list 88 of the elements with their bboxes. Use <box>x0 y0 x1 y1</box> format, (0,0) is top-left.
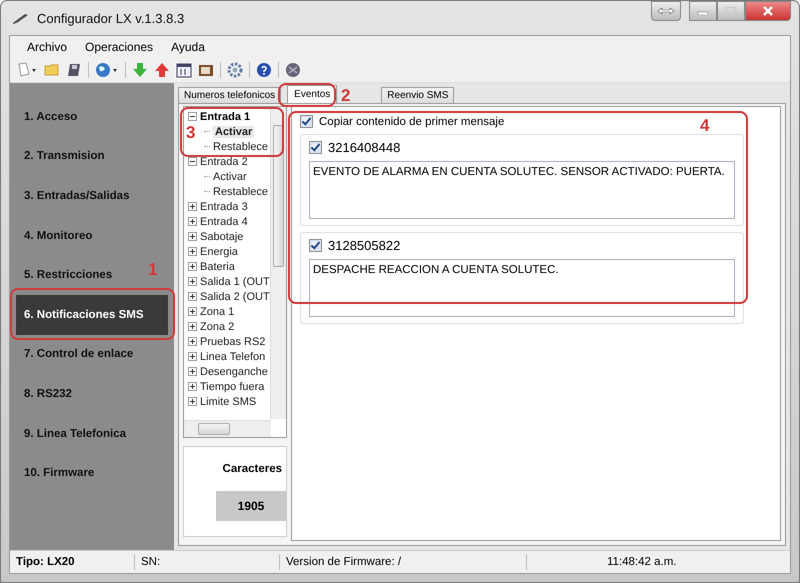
navigation-item[interactable]: 4. Monitoreo <box>10 216 92 256</box>
tree-item[interactable]: Zona 1 <box>200 306 234 318</box>
close-icon <box>762 6 774 16</box>
message-field[interactable]: DESPACHE REACCION A CUENTA SOLUTEC. <box>309 259 735 317</box>
minimize-button[interactable] <box>689 1 717 21</box>
plus-icon[interactable] <box>188 277 197 286</box>
navigation-item[interactable]: 5. Restricciones <box>10 255 112 295</box>
tree-item[interactable]: Salida 1 (OUT <box>200 276 270 288</box>
navigation-item[interactable]: 9. Linea Telefonica <box>10 414 126 454</box>
navigation-item[interactable]: 7. Control de enlace <box>10 334 134 374</box>
tree-item[interactable]: Linea Telefon <box>200 350 266 362</box>
double-arrow-icon <box>657 7 675 15</box>
status-text: 11:48:42 a.m. <box>606 555 678 570</box>
navigation-item[interactable]: 3. Entradas/Salidas <box>10 176 130 216</box>
annotation-number: 2 <box>341 86 350 106</box>
tree-item[interactable]: Entrada 1 <box>200 110 250 122</box>
phone-number: 3128505822 <box>328 238 400 253</box>
plus-icon[interactable] <box>188 382 197 391</box>
tree-item[interactable]: Restablece <box>213 186 268 198</box>
menu-item[interactable]: Ayuda <box>171 40 205 54</box>
calendar-icon[interactable] <box>176 62 192 78</box>
checkbox[interactable] <box>309 141 322 154</box>
tab[interactable]: Reenvio SMS <box>381 87 454 103</box>
annotation-number: 4 <box>700 116 710 136</box>
horizontal-scrollbar[interactable] <box>184 420 271 437</box>
tree-item[interactable]: Pruebas RS2 <box>200 336 266 348</box>
phone-number: 3216408448 <box>328 140 400 155</box>
minus-icon[interactable] <box>188 157 197 166</box>
close-button[interactable] <box>745 1 791 21</box>
tree-item[interactable]: Bateria <box>200 260 235 272</box>
tree-item[interactable]: Energia <box>200 246 238 258</box>
tree-item[interactable]: Restablece <box>213 140 268 152</box>
pen-icon <box>13 12 29 24</box>
navigation-item[interactable]: 8. RS232 <box>10 374 72 414</box>
status-text: SN: <box>135 554 280 570</box>
checkbox-label: Copiar contenido de primer mensaje <box>319 116 504 128</box>
tree-item[interactable]: Activar <box>213 126 254 138</box>
tree-item[interactable]: Limite SMS <box>200 396 256 408</box>
plus-icon[interactable] <box>188 262 197 271</box>
menu-item[interactable]: Archivo <box>27 40 68 54</box>
plus-icon[interactable] <box>188 367 197 376</box>
globe-icon[interactable] <box>95 62 119 78</box>
tree-item[interactable]: Salida 2 (OUT <box>200 290 270 302</box>
help-icon[interactable] <box>256 62 272 78</box>
tree-item[interactable]: Tiempo fuera <box>200 380 264 392</box>
tree-item[interactable]: Zona 2 <box>200 320 234 332</box>
plus-icon[interactable] <box>188 202 197 211</box>
navigation-item[interactable]: 2. Transmision <box>10 136 105 176</box>
plus-icon[interactable] <box>188 217 197 226</box>
plus-icon[interactable] <box>188 322 197 331</box>
status-text: Version de Firmware: / <box>280 554 527 570</box>
navigation-item[interactable]: 6. Notificaciones SMS <box>16 294 168 335</box>
minus-icon[interactable] <box>188 112 197 121</box>
status-text: Tipo: LX20 <box>10 554 135 570</box>
annotation-number: 1 <box>148 260 158 280</box>
plus-icon[interactable] <box>188 247 197 256</box>
navigation-item[interactable]: 10. Firmware <box>10 453 94 493</box>
annotation-number: 3 <box>186 123 196 143</box>
ball-icon[interactable] <box>285 62 301 78</box>
tree-item[interactable]: Entrada 3 <box>200 200 248 212</box>
tab[interactable]: Numeros telefonicos <box>178 87 282 103</box>
settings-icon[interactable] <box>227 62 243 78</box>
upload-arrow-icon[interactable] <box>154 62 170 78</box>
window-title: Configurador LX v.1.3.8.3 <box>37 10 184 26</box>
tree-item[interactable]: Desenganche <box>200 366 268 378</box>
plus-icon[interactable] <box>188 232 197 241</box>
message-field[interactable]: EVENTO DE ALARMA EN CUENTA SOLUTEC. SENSOR ACTIVADO: PUERTA. <box>309 161 735 219</box>
tab[interactable]: Eventos <box>287 85 338 103</box>
counter-label: Caracteres <box>222 462 283 474</box>
plus-icon[interactable] <box>188 292 197 301</box>
menu-item[interactable]: Operaciones <box>85 40 154 54</box>
character-count: 1905 <box>216 490 286 520</box>
plus-icon[interactable] <box>188 337 197 346</box>
plus-icon[interactable] <box>188 397 197 406</box>
new-document-icon[interactable] <box>16 62 38 78</box>
checkbox[interactable] <box>300 115 313 128</box>
tree-item[interactable]: Entrada 2 <box>200 156 248 168</box>
snap-button[interactable] <box>651 1 681 21</box>
maximize-button[interactable] <box>717 1 745 21</box>
tree-item[interactable]: Sabotaje <box>200 230 244 242</box>
tree-item[interactable]: Activar <box>213 170 247 182</box>
tree-item[interactable]: Entrada 4 <box>200 216 248 228</box>
checkbox[interactable] <box>309 239 322 252</box>
plus-icon[interactable] <box>188 307 197 316</box>
plus-icon[interactable] <box>188 352 197 361</box>
navigation-item[interactable]: 1. Acceso <box>10 97 78 137</box>
box-icon[interactable] <box>198 62 214 78</box>
vertical-scrollbar[interactable] <box>270 107 286 419</box>
